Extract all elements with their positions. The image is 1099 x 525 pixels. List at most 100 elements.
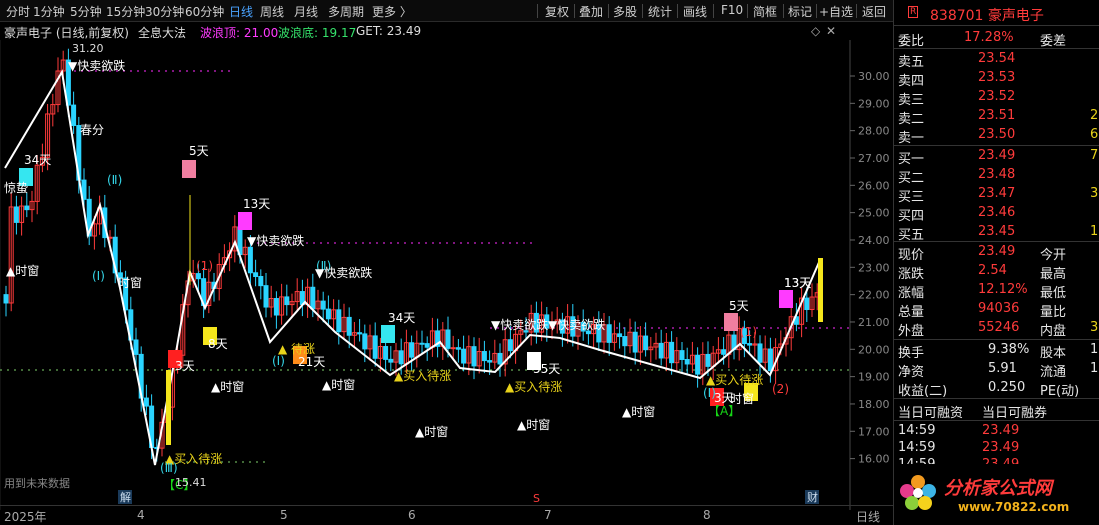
period-tab-daily[interactable]: 日线: [229, 3, 253, 20]
period-tab-15min[interactable]: 15分钟: [106, 3, 145, 20]
ask-price: 23.51: [978, 108, 1016, 123]
period-tab-multi[interactable]: 多周期: [328, 3, 364, 20]
back-button[interactable]: 返回: [862, 3, 886, 20]
stat-label: 最低: [1040, 286, 1067, 301]
price-tick-label: 16.00: [858, 453, 890, 466]
adjust-button[interactable]: 复权: [545, 3, 569, 20]
stat-row: 涨跌 2.54 最高: [894, 262, 1099, 282]
date-axis: 2025年 4 5 6 7 8 日线: [0, 505, 893, 525]
toolbar-divider: [642, 4, 643, 18]
price-tick-label: 30.00: [858, 70, 890, 83]
chart-annotation: ▼快卖欲跌: [315, 265, 372, 280]
candle-down: [461, 348, 467, 364]
stat-row: 总量 94036 量比: [894, 300, 1099, 320]
candle-down: [263, 285, 269, 308]
wave-bottom-value: 波浪底: 19.17: [278, 26, 357, 40]
period-tab-5min[interactable]: 5分钟: [70, 3, 102, 20]
stat-value: 3: [1090, 320, 1099, 335]
period-toolbar: 分时 1分钟 5分钟 15分钟 30分钟 60分钟 日线 周线 月线 多周期 更…: [0, 0, 893, 22]
chart-annotation: ▼快卖欲跌: [68, 58, 125, 73]
stat-label: 最高: [1040, 267, 1067, 282]
close-icon[interactable]: ✕: [826, 24, 836, 38]
candle-down: [721, 349, 727, 355]
stat-label: 流通: [1040, 365, 1067, 380]
period-tab-1min[interactable]: 1分钟: [33, 3, 65, 20]
chart-annotation: ▲时窗: [622, 405, 655, 419]
price-tick-label: 17.00: [858, 425, 890, 438]
candle-down: [679, 350, 685, 360]
price-tick-label: 23.00: [858, 261, 890, 274]
stat-label: 换手: [898, 346, 925, 361]
candlestick-chart[interactable]: 30.00 29.00 28.00 27.00 26.00 25.00 24.00 23.00…: [0, 40, 893, 510]
zigzag-series: [4, 69, 821, 466]
ask-price: 23.54: [978, 51, 1016, 66]
chart-title: 豪声电子 (日线,前复权): [4, 26, 129, 40]
chart-annotation: 5天: [729, 299, 749, 313]
chart-annotation: ▲时窗: [211, 380, 244, 394]
bid-volume: 1: [1090, 224, 1099, 239]
chart-annotation: (1): [196, 259, 213, 273]
indicator-line: 豪声电子 (日线,前复权) 全息大法 波浪顶: 21.00 波浪底: 19.17…: [0, 22, 893, 40]
stats-button[interactable]: 统计: [648, 3, 672, 20]
chart-annotation: 时窗: [730, 392, 754, 406]
toolbar-divider: [816, 4, 817, 18]
stat-label: 内盘: [1040, 324, 1067, 339]
wave-top-value: 波浪顶: 21.00: [200, 26, 279, 40]
chart-annotation: 惊蛰: [4, 180, 28, 195]
bid-price: 23.48: [978, 167, 1016, 182]
add-watchlist-button[interactable]: +自选: [819, 3, 853, 20]
chart-annotation: ▲时窗: [322, 378, 355, 392]
formula-name[interactable]: 全息大法: [138, 24, 186, 41]
chart-annotation: 34天: [388, 311, 415, 325]
stat-label: 股本: [1040, 346, 1067, 361]
bid-price: 23.49: [978, 148, 1016, 163]
chart-annotation: 13天: [784, 276, 811, 290]
period-tab-more[interactable]: 更多 〉: [372, 3, 412, 20]
mark-button[interactable]: 标记: [788, 3, 812, 20]
price-tick-label: 26.00: [858, 179, 890, 192]
event-marker-jie: 解: [120, 490, 131, 504]
bid-row: 买三 23.47 3: [894, 185, 1099, 205]
candle-down: [606, 324, 612, 343]
stat-label: 收益(二): [898, 384, 948, 399]
signal-box: [779, 290, 793, 308]
chart-annotation: ▲时窗: [517, 418, 550, 432]
period-tab-60min[interactable]: 60分钟: [185, 3, 224, 20]
overlay-button[interactable]: 叠加: [579, 3, 603, 20]
stat-row: 净资 5.91 流通 1: [894, 360, 1099, 380]
price-axis: 30.00 29.00 28.00 27.00 26.00 25.00 24.00 23.00…: [850, 70, 890, 466]
period-tab-30min[interactable]: 30分钟: [145, 3, 184, 20]
get-value: GET: 23.49: [356, 24, 422, 38]
f10-button[interactable]: F10: [721, 3, 743, 17]
date-axis-label-8: 8: [703, 508, 711, 522]
stat-label: PE(动): [1040, 384, 1080, 399]
candle-down: [695, 354, 701, 375]
candle-down: [507, 339, 513, 352]
quote-header: R 838701 豪声电子: [894, 0, 1099, 26]
chart-annotation: 5天: [189, 144, 209, 158]
signal-boxes: [19, 160, 823, 445]
candle-down: [362, 333, 368, 350]
divider: [894, 420, 1099, 421]
bid-label: 买二: [898, 171, 925, 186]
period-tab-weekly[interactable]: 周线: [260, 3, 284, 20]
stat-label: 净资: [898, 365, 925, 380]
chart-annotation: ▲买入待涨: [394, 368, 451, 383]
date-axis-label-7: 7: [544, 508, 552, 522]
price-tick-label: 22.00: [858, 289, 890, 302]
multi-stock-button[interactable]: 多股: [613, 3, 637, 20]
chart-annotation: ▲时窗: [415, 425, 448, 439]
annotations: ▼快卖欲跌春分惊蛰34天(Ⅱ)5天13天▼快卖欲跌▲时窗 (Ⅰ) 时窗(1) (Ⅱ)▼…: [4, 58, 811, 492]
stat-value: 0.250: [988, 380, 1026, 395]
candle-down: [320, 300, 326, 310]
chart-annotation: (1): [740, 325, 757, 339]
draw-line-button[interactable]: 画线: [683, 3, 707, 20]
diamond-icon[interactable]: ◇: [811, 24, 820, 38]
candle-down: [804, 297, 810, 310]
bid-price: 23.46: [978, 205, 1016, 220]
stat-value: 1: [1090, 342, 1099, 357]
period-tab-monthly[interactable]: 月线: [294, 3, 318, 20]
bid-row: 买四 23.46: [894, 204, 1099, 224]
simple-frame-button[interactable]: 简框: [753, 3, 777, 20]
period-tab-fenshi[interactable]: 分时: [6, 3, 30, 20]
